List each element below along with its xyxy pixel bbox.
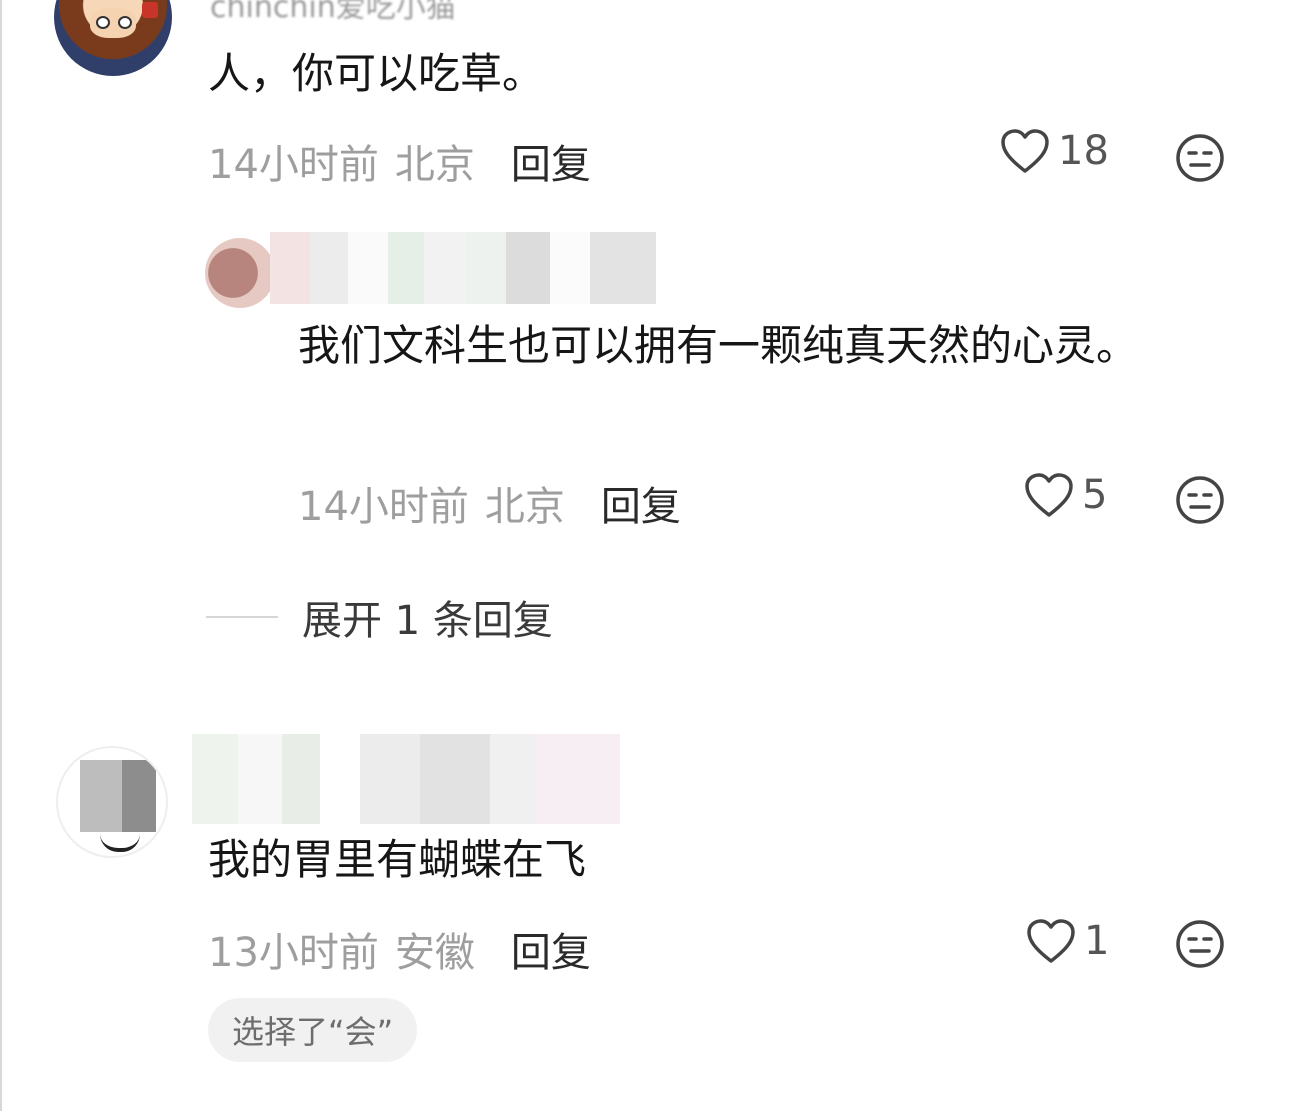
emoji-react-icon[interactable] (1174, 132, 1226, 184)
avatar[interactable] (54, 0, 172, 76)
comment-time: 13小时前 (208, 930, 379, 976)
heart-icon (1001, 129, 1049, 173)
expand-replies-button[interactable]: 展开 1 条回复 (206, 588, 553, 646)
comment-time: 14小时前 (208, 142, 379, 188)
comment-location: 北京 (484, 484, 565, 530)
comment-author-blurred[interactable] (270, 232, 656, 304)
expand-replies-label: 展开 1 条回复 (302, 598, 553, 644)
comment-location: 安徽 (394, 930, 475, 976)
divider (206, 616, 278, 618)
comment-meta: 14小时前 北京 回复 (208, 132, 591, 190)
comment-author[interactable]: chinchin爱吃小猫 (210, 0, 456, 26)
like-count: 5 (1082, 472, 1108, 518)
reply-button[interactable]: 回复 (511, 920, 591, 978)
comment-meta: 14小时前 北京 回复 (298, 474, 681, 532)
like-button[interactable]: 1 (1026, 918, 1109, 964)
comment-author-blurred[interactable] (192, 734, 620, 824)
avatar[interactable] (56, 746, 168, 858)
comment-location: 北京 (394, 142, 475, 188)
emoji-react-icon[interactable] (1174, 474, 1226, 526)
comment-time: 14小时前 (298, 484, 469, 530)
comment-meta: 13小时前 安徽 回复 (208, 920, 591, 978)
like-button[interactable]: 5 (1024, 472, 1107, 518)
emoji-react-icon[interactable] (1174, 918, 1226, 970)
like-count: 1 (1084, 918, 1110, 964)
comment-text: 我们文科生也可以拥有一颗纯真天然的心灵。 (298, 321, 1139, 370)
comment-text: 我的胃里有蝴蝶在飞 (208, 835, 587, 884)
poll-choice-chip[interactable]: 选择了“会” (208, 998, 418, 1062)
frame-border (0, 0, 2, 1111)
heart-icon (1025, 473, 1073, 517)
heart-icon (1027, 919, 1075, 963)
comment-text: 人，你可以吃草。 (208, 49, 545, 98)
reply-button[interactable]: 回复 (601, 474, 681, 532)
like-button[interactable]: 18 (1000, 128, 1109, 174)
like-count: 18 (1058, 128, 1109, 174)
avatar[interactable] (205, 238, 275, 308)
reply-button[interactable]: 回复 (511, 132, 591, 190)
